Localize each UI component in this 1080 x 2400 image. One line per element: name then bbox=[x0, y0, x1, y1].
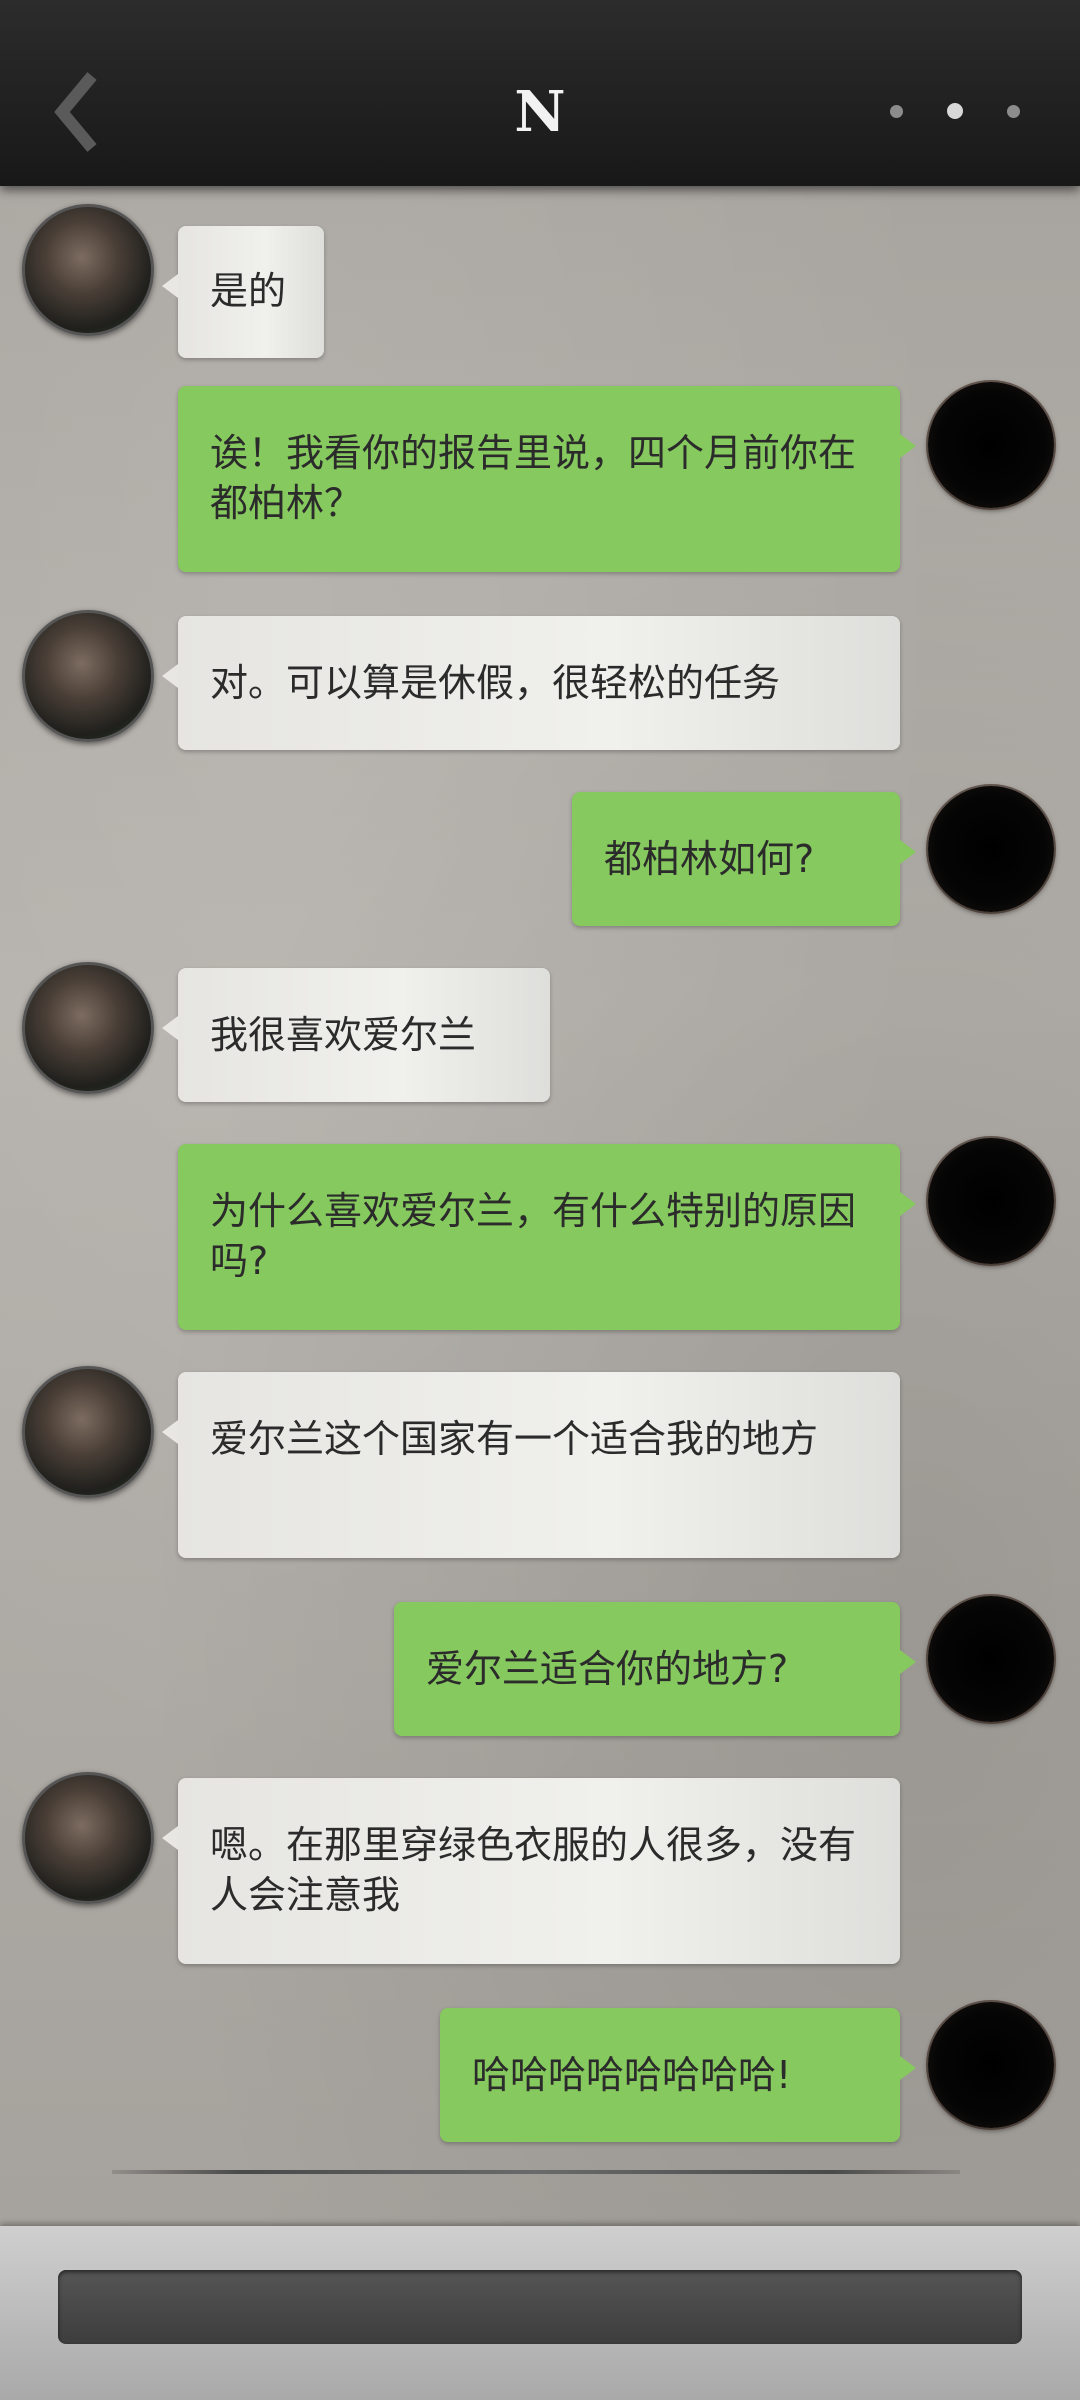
outgoing-message-bubble: 爱尔兰适合你的地方? bbox=[394, 1602, 916, 1736]
contact-avatar[interactable] bbox=[22, 204, 154, 336]
reply-input[interactable] bbox=[58, 2270, 1022, 2344]
chat-title: N bbox=[514, 79, 566, 145]
message-text: 嗯。在那里穿绿色衣服的人很多，没有人会注意我 bbox=[210, 1823, 857, 1917]
contact-avatar[interactable] bbox=[22, 610, 154, 742]
message-text: 都柏林如何? bbox=[604, 837, 815, 881]
contact-avatar[interactable] bbox=[22, 1366, 154, 1498]
incoming-message-bubble: 嗯。在那里穿绿色衣服的人很多，没有人会注意我 bbox=[162, 1778, 900, 1964]
contact-avatar[interactable] bbox=[22, 1772, 154, 1904]
message-text: 我很喜欢爱尔兰 bbox=[210, 1013, 477, 1057]
divider bbox=[112, 2170, 960, 2174]
more-horizontal-icon bbox=[1007, 104, 1020, 118]
more-horizontal-icon bbox=[890, 104, 903, 118]
message-list[interactable]: 是的 诶！我看你的报告里说，四个月前你在都柏林？ 对。可以算是休假，很轻松的任务… bbox=[0, 186, 1080, 2226]
more-horizontal-icon bbox=[947, 103, 963, 119]
message-text: 哈哈哈哈哈哈哈哈! bbox=[472, 2053, 792, 2097]
message-text: 爱尔兰这个国家有一个适合我的地方 bbox=[210, 1417, 819, 1461]
user-avatar[interactable] bbox=[928, 382, 1054, 508]
message-text: 诶！我看你的报告里说，四个月前你在都柏林？ bbox=[210, 431, 857, 525]
outgoing-message-bubble: 为什么喜欢爱尔兰，有什么特别的原因吗? bbox=[178, 1144, 916, 1330]
back-button[interactable] bbox=[40, 62, 120, 162]
bottom-bar bbox=[0, 2226, 1080, 2400]
message-text: 对。可以算是休假，很轻松的任务 bbox=[210, 661, 781, 705]
message-text: 为什么喜欢爱尔兰，有什么特别的原因吗? bbox=[210, 1189, 857, 1283]
chevron-left-icon bbox=[54, 72, 97, 152]
contact-avatar[interactable] bbox=[22, 962, 154, 1094]
user-avatar[interactable] bbox=[928, 1596, 1054, 1722]
user-avatar[interactable] bbox=[928, 1138, 1054, 1264]
outgoing-message-bubble: 都柏林如何? bbox=[572, 792, 916, 926]
message-text: 是的 bbox=[210, 269, 287, 313]
user-avatar[interactable] bbox=[928, 2002, 1054, 2128]
user-avatar[interactable] bbox=[928, 786, 1054, 912]
message-row: 是的 bbox=[0, 202, 1080, 358]
incoming-message-bubble: 爱尔兰这个国家有一个适合我的地方 bbox=[162, 1372, 900, 1558]
more-options-button[interactable] bbox=[890, 90, 1020, 132]
outgoing-message-bubble: 诶！我看你的报告里说，四个月前你在都柏林？ bbox=[178, 386, 916, 572]
outgoing-message-bubble: 哈哈哈哈哈哈哈哈! bbox=[440, 2008, 916, 2142]
incoming-message-bubble: 是的 bbox=[162, 226, 324, 358]
incoming-message-bubble: 对。可以算是休假，很轻松的任务 bbox=[162, 616, 900, 750]
incoming-message-bubble: 我很喜欢爱尔兰 bbox=[162, 968, 550, 1102]
top-bar: N bbox=[0, 0, 1080, 186]
message-text: 爱尔兰适合你的地方? bbox=[426, 1647, 789, 1691]
